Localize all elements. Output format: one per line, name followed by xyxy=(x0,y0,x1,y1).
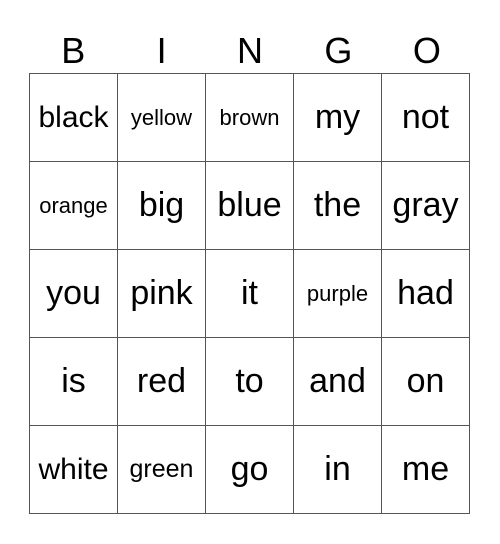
bingo-cell[interactable]: the xyxy=(294,162,382,250)
bingo-cell[interactable]: it xyxy=(206,250,294,338)
bingo-cell[interactable]: me xyxy=(382,426,470,514)
bingo-header: B I N G O xyxy=(29,28,471,73)
bingo-cell[interactable]: yellow xyxy=(118,74,206,162)
header-letter-n: N xyxy=(237,30,264,71)
bingo-cell[interactable]: and xyxy=(294,338,382,426)
bingo-cell[interactable]: my xyxy=(294,74,382,162)
bingo-cell[interactable]: is xyxy=(30,338,118,426)
bingo-grid: black yellow brown my not orange big blu… xyxy=(29,73,470,514)
bingo-cell[interactable]: green xyxy=(118,426,206,514)
bingo-cell[interactable]: in xyxy=(294,426,382,514)
bingo-cell[interactable]: purple xyxy=(294,250,382,338)
bingo-cell[interactable]: black xyxy=(30,74,118,162)
bingo-cell[interactable]: to xyxy=(206,338,294,426)
bingo-cell[interactable]: you xyxy=(30,250,118,338)
bingo-cell[interactable]: brown xyxy=(206,74,294,162)
bingo-cell[interactable]: go xyxy=(206,426,294,514)
bingo-cell[interactable]: not xyxy=(382,74,470,162)
bingo-cell[interactable]: big xyxy=(118,162,206,250)
bingo-cell[interactable]: red xyxy=(118,338,206,426)
header-letter-b: B xyxy=(61,30,86,71)
header-letter-g: G xyxy=(324,30,353,71)
header-letter-i: I xyxy=(156,30,167,71)
bingo-cell[interactable]: white xyxy=(30,426,118,514)
bingo-cell[interactable]: gray xyxy=(382,162,470,250)
bingo-cell[interactable]: on xyxy=(382,338,470,426)
header-letter-o: O xyxy=(412,30,441,71)
bingo-cell[interactable]: blue xyxy=(206,162,294,250)
bingo-cell[interactable]: orange xyxy=(30,162,118,250)
bingo-cell[interactable]: had xyxy=(382,250,470,338)
bingo-cell[interactable]: pink xyxy=(118,250,206,338)
